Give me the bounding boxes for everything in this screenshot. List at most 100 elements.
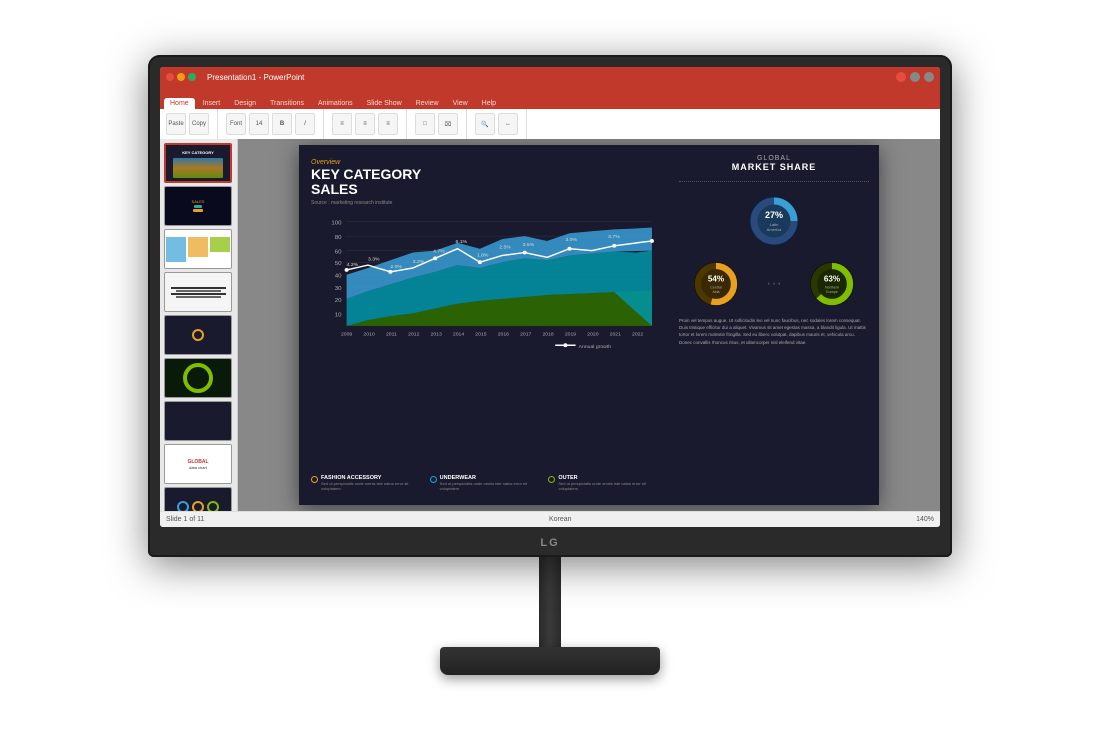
bold-button[interactable]: B	[272, 113, 292, 135]
titlebar-left: Presentation1 - PowerPoint	[166, 73, 304, 82]
font-select[interactable]: Font	[226, 113, 246, 135]
source-text: Source : marketing research institute	[311, 200, 657, 206]
area-chart: 100 80 60 50 40 30 20 10	[311, 212, 657, 352]
monitor-bezel: Presentation1 - PowerPoint Home Insert D…	[148, 55, 952, 557]
ribbon-tabs: Home Insert Design Transitions Animation…	[160, 87, 940, 109]
arrange-button[interactable]: ⌧	[438, 113, 458, 135]
market-divider	[679, 181, 869, 182]
svg-text:Annual growth: Annual growth	[579, 344, 612, 350]
titlebar: Presentation1 - PowerPoint	[160, 67, 940, 87]
close-icon[interactable]	[896, 72, 906, 82]
svg-text:2011: 2011	[386, 331, 397, 337]
minimize-icon[interactable]	[910, 72, 920, 82]
italic-button[interactable]: I	[295, 113, 315, 135]
slide-thumb-2[interactable]: SALES	[164, 186, 232, 226]
ribbon-drawing: □ ⌧	[415, 109, 467, 139]
donut-chart-2: 54% Central Asia	[689, 257, 743, 311]
fashion-desc: Sed ut perspiciatis unde omnis iste natu…	[321, 481, 420, 491]
maximize-icon[interactable]	[924, 72, 934, 82]
svg-text:6.1%: 6.1%	[456, 239, 468, 245]
global-label: GLOBAL	[679, 155, 869, 162]
tab-home[interactable]: Home	[164, 98, 195, 109]
copy-button[interactable]: Copy	[189, 113, 209, 135]
donuts-top: 27% Latin America	[679, 191, 869, 251]
shapes-button[interactable]: □	[415, 113, 435, 135]
slide-editor: Overview KEY CATEGORY SALES Source : mar…	[238, 139, 940, 511]
svg-text:80: 80	[335, 235, 342, 241]
ppt-body: KEY CATEGORY SALES	[160, 139, 940, 511]
svg-text:10: 10	[335, 312, 342, 318]
donut-central-asia: 54% Central Asia	[689, 257, 743, 311]
find-button[interactable]: 🔍	[475, 113, 495, 135]
tab-view[interactable]: View	[447, 98, 474, 109]
underwear-desc: Sed ut perspiciatis unde omnis iste natu…	[440, 481, 539, 491]
ribbon-editing: 🔍 ↔	[475, 109, 527, 139]
slide-thumb-3[interactable]	[164, 229, 232, 269]
tab-design[interactable]: Design	[228, 98, 262, 109]
min-btn-dot	[177, 73, 185, 81]
svg-text:3.0%: 3.0%	[565, 237, 577, 243]
svg-text:3.7%: 3.7%	[608, 234, 620, 240]
monitor-screen: Presentation1 - PowerPoint Home Insert D…	[160, 67, 940, 527]
svg-text:2.5%: 2.5%	[499, 245, 511, 251]
slide-thumb-5[interactable]	[164, 315, 232, 355]
monitor: Presentation1 - PowerPoint Home Insert D…	[148, 55, 952, 675]
outer-icon	[548, 476, 555, 483]
app-title: Presentation1 - PowerPoint	[207, 73, 304, 82]
fashion-icon	[311, 476, 318, 483]
body-text: Proin vel tempus augue. Ut sollicitudin …	[679, 317, 869, 346]
svg-text:Northern: Northern	[825, 286, 839, 290]
svg-text:2021: 2021	[610, 331, 622, 337]
svg-text:America: America	[767, 227, 782, 232]
svg-text:Central: Central	[711, 286, 723, 290]
tab-transitions[interactable]: Transitions	[264, 98, 310, 109]
paste-button[interactable]: Paste	[166, 113, 186, 135]
tab-review[interactable]: Review	[410, 98, 445, 109]
svg-text:54%: 54%	[708, 274, 724, 283]
svg-text:60: 60	[335, 249, 342, 255]
svg-text:2015: 2015	[475, 331, 487, 337]
svg-text:50: 50	[335, 261, 342, 267]
ribbon-clipboard: Paste Copy	[166, 109, 218, 139]
dots-separator: ···	[766, 275, 782, 293]
font-size[interactable]: 14	[249, 113, 269, 135]
svg-text:63%: 63%	[824, 274, 840, 283]
svg-text:2022: 2022	[632, 331, 644, 337]
align-right[interactable]: ≡	[378, 113, 398, 135]
replace-button[interactable]: ↔	[498, 113, 518, 135]
slide-thumb-6[interactable]	[164, 358, 232, 398]
align-center[interactable]: ≡	[355, 113, 375, 135]
slide-thumb-4[interactable]	[164, 272, 232, 312]
align-left[interactable]: ≡	[332, 113, 352, 135]
monitor-base	[440, 647, 660, 675]
svg-text:Asia: Asia	[713, 290, 720, 294]
donut-latin-america: 27% Latin America	[744, 191, 804, 251]
tab-insert[interactable]: Insert	[197, 98, 227, 109]
status-bar: Slide 1 of 11 Korean 140%	[160, 511, 940, 527]
svg-text:40: 40	[335, 274, 342, 280]
svg-text:2020: 2020	[587, 331, 599, 337]
svg-text:27%: 27%	[765, 210, 783, 220]
tab-animations[interactable]: Animations	[312, 98, 359, 109]
tab-help[interactable]: Help	[476, 98, 502, 109]
slide-thumb-9[interactable]	[164, 487, 232, 511]
ribbon-paragraph: ≡ ≡ ≡	[332, 109, 407, 139]
svg-text:2014: 2014	[453, 331, 465, 337]
slide-thumb-1[interactable]: KEY CATEGORY	[164, 143, 232, 183]
donut-chart-3: 63% Northern Europe	[805, 257, 859, 311]
theme-info: Korean	[549, 516, 572, 523]
svg-text:4.7%: 4.7%	[433, 248, 445, 254]
svg-text:3.5%: 3.5%	[523, 242, 535, 248]
svg-text:2018: 2018	[542, 331, 554, 337]
tab-slideshow[interactable]: Slide Show	[361, 98, 408, 109]
max-btn-dot	[188, 73, 196, 81]
slide-thumb-8[interactable]: GLOBAL data chart	[164, 444, 232, 484]
slide-thumb-7[interactable]	[164, 401, 232, 441]
svg-text:4.2%: 4.2%	[347, 262, 359, 268]
slide-info: Slide 1 of 11	[166, 516, 204, 523]
svg-text:2009: 2009	[341, 331, 353, 337]
ribbon-font: Font 14 B I	[226, 109, 324, 139]
zoom-level: 140%	[916, 516, 934, 523]
current-slide: Overview KEY CATEGORY SALES Source : mar…	[299, 145, 879, 505]
overview-label: Overview	[311, 159, 657, 166]
